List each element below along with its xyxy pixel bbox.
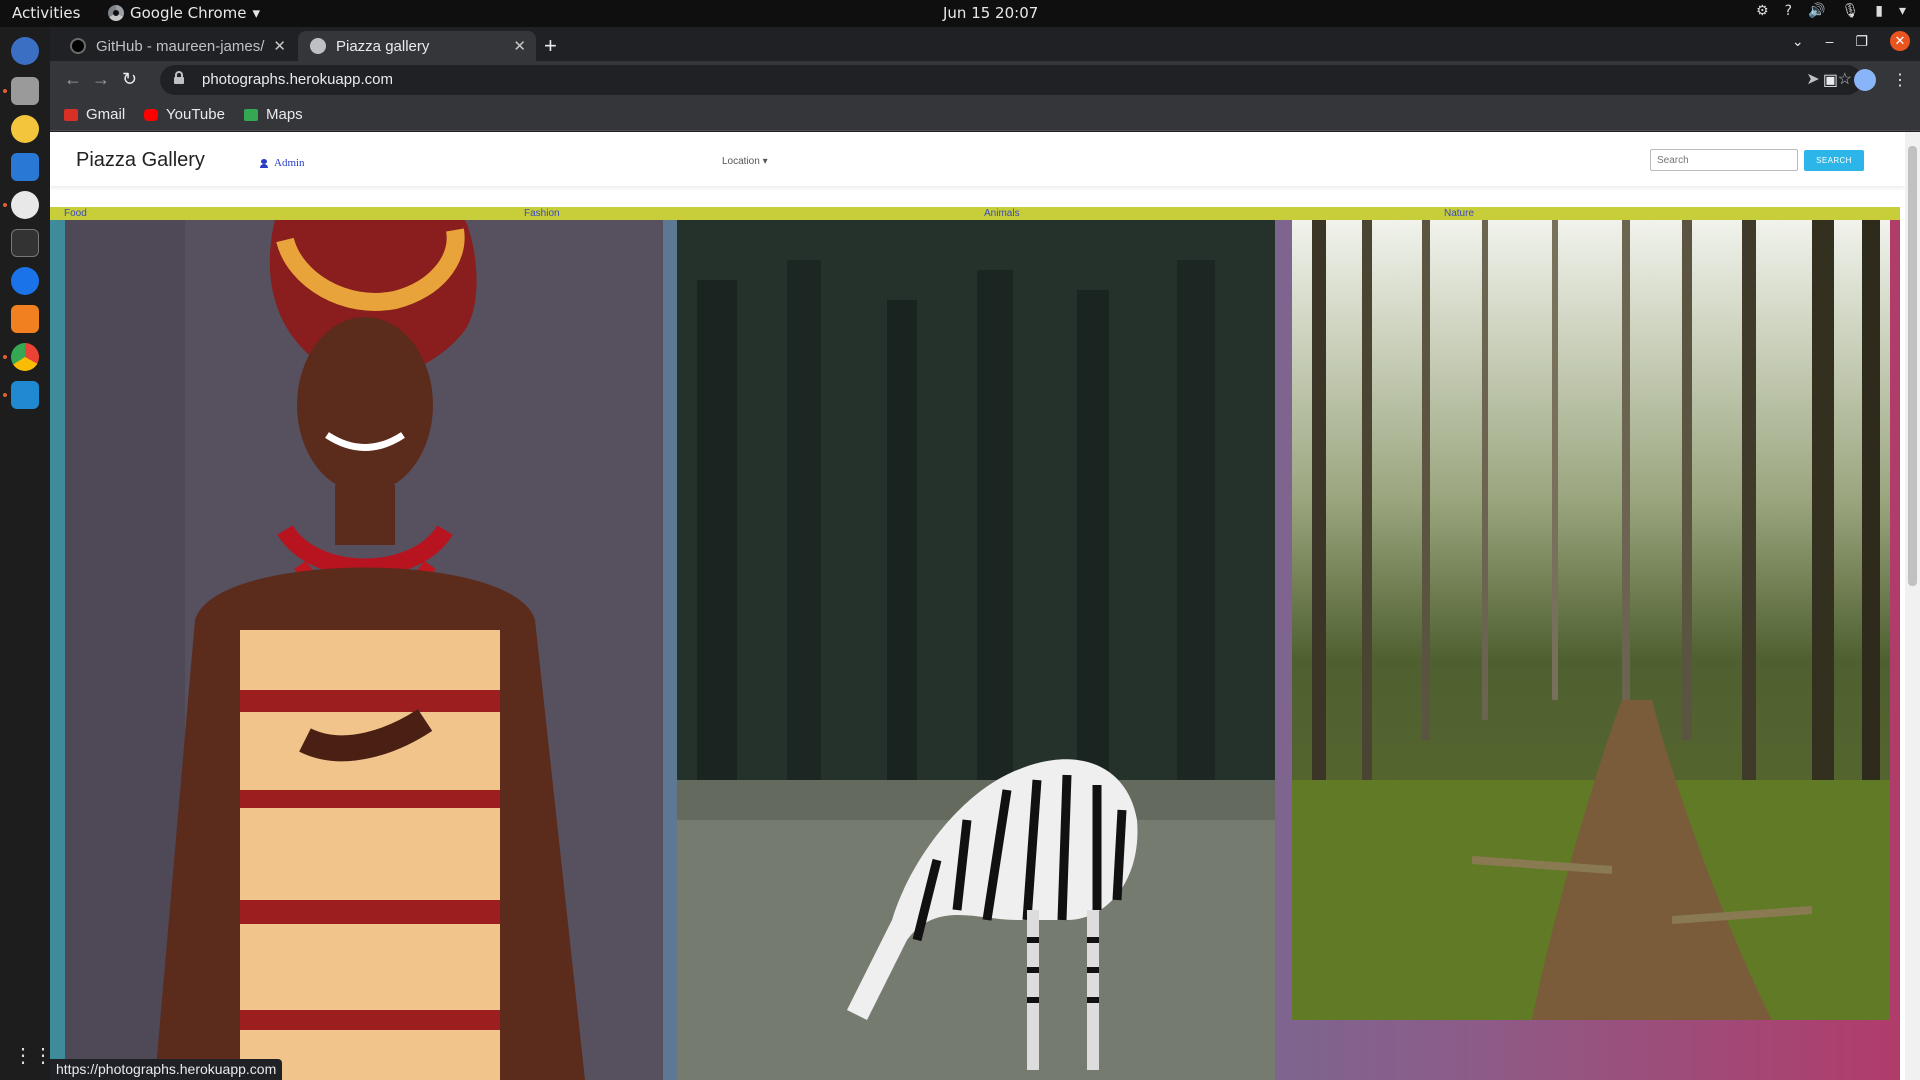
close-icon[interactable]: ✕ [513, 37, 526, 55]
bookmark-youtube[interactable]: YouTube [144, 106, 225, 123]
profile-avatar[interactable] [1854, 69, 1876, 91]
running-indicator-icon [3, 89, 7, 93]
system-tray[interactable]: ⚙ ? 🔊 🎙 ▮ ▾ [1756, 3, 1906, 19]
forward-icon[interactable]: → [92, 69, 110, 90]
caret-down-icon: ▾ [762, 156, 768, 167]
category-nature[interactable]: Nature [1444, 207, 1474, 220]
browser-window: GitHub - maureen-james/ ✕ Piazza gallery… [50, 27, 1920, 1080]
teamviewer-icon[interactable] [11, 267, 39, 295]
photo-zebra[interactable] [677, 220, 1275, 1080]
address-bar[interactable]: photographs.herokuapp.com ➤ ☆ [160, 65, 1862, 95]
url-text: photographs.herokuapp.com [202, 71, 393, 88]
reload-icon[interactable]: ↻ [122, 69, 137, 90]
github-icon [70, 38, 86, 54]
slack-icon[interactable] [11, 191, 39, 219]
bookmark-label: YouTube [166, 106, 225, 123]
files-icon[interactable] [11, 77, 39, 105]
location-dropdown[interactable]: Location ▾ [722, 156, 768, 167]
rhythmbox-icon[interactable] [11, 115, 39, 143]
tab-github[interactable]: GitHub - maureen-james/ ✕ [58, 31, 296, 61]
show-apps-icon[interactable]: ⋮⋮ [13, 1045, 53, 1067]
activities-button[interactable]: Activities [12, 4, 80, 22]
site-navbar: Piazza Gallery Admin Location ▾ SEARCH [50, 132, 1905, 186]
terminal-icon[interactable] [11, 229, 39, 257]
volume-icon: 🔊 [1808, 3, 1826, 19]
admin-link[interactable]: Admin [260, 157, 305, 169]
help-icon: ? [1784, 3, 1793, 19]
writer-icon[interactable] [11, 153, 39, 181]
photo-fashion-portrait[interactable] [65, 220, 663, 1080]
tab-label: GitHub - maureen-james/ [96, 37, 265, 55]
youtube-icon [144, 108, 158, 121]
microphone-icon: 🎙 [1841, 3, 1860, 19]
location-label: Location [722, 156, 760, 167]
new-tab-button[interactable]: + [544, 33, 557, 59]
tab-label: Piazza gallery [336, 37, 430, 55]
bookmark-gmail[interactable]: Gmail [64, 106, 125, 123]
photo-forest[interactable] [1292, 220, 1890, 1020]
bookmark-label: Maps [266, 106, 303, 123]
gmail-icon [64, 108, 78, 121]
category-food[interactable]: Food [64, 207, 87, 220]
side-panel-icon[interactable]: ▣ [1823, 70, 1838, 90]
chevron-down-icon: ▾ [252, 4, 261, 22]
zebra-photo [677, 220, 1275, 1080]
running-indicator-icon [3, 393, 7, 397]
running-indicator-icon [3, 355, 7, 359]
category-fashion[interactable]: Fashion [524, 207, 560, 220]
globe-icon [310, 38, 326, 54]
site-brand[interactable]: Piazza Gallery [76, 149, 205, 172]
maps-icon [244, 108, 258, 121]
send-icon[interactable]: ➤ [1806, 69, 1819, 89]
running-indicator-icon [3, 203, 7, 207]
user-icon [260, 158, 268, 168]
lock-icon[interactable] [174, 71, 184, 84]
browser-toolbar: ← → ↻ photographs.herokuapp.com ➤ ☆ ▣ ⋮ [50, 61, 1920, 99]
menu-kebab-icon[interactable]: ⋮ [1892, 70, 1908, 90]
vscode-icon[interactable] [11, 381, 39, 409]
app-menu-label: Google Chrome [130, 4, 247, 22]
minimize-icon[interactable]: – [1826, 33, 1834, 49]
clock[interactable]: Jun 15 20:07 [943, 4, 1038, 22]
system-top-bar: Activities Google Chrome ▾ Jun 15 20:07 … [0, 0, 1920, 27]
category-bar: Food Fashion Animals Nature [50, 207, 1900, 220]
vlc-icon[interactable] [11, 305, 39, 333]
network-icon: ⚙ [1756, 3, 1769, 19]
chrome-icon[interactable] [11, 343, 39, 371]
thunderbird-icon[interactable] [11, 37, 39, 65]
close-icon[interactable]: ✕ [273, 37, 286, 55]
tab-piazza-gallery[interactable]: Piazza gallery ✕ [298, 31, 536, 61]
photo-gallery [50, 220, 1900, 1080]
bookmark-maps[interactable]: Maps [244, 106, 303, 123]
search-button[interactable]: SEARCH [1804, 150, 1864, 171]
portrait-photo [65, 220, 663, 1080]
restore-icon[interactable]: ❐ [1855, 33, 1868, 50]
admin-label: Admin [274, 157, 305, 169]
forest-photo [1292, 220, 1890, 1020]
battery-icon: ▮ [1875, 3, 1883, 19]
category-animals[interactable]: Animals [984, 207, 1020, 220]
back-icon[interactable]: ← [64, 69, 82, 90]
toolbar-actions: ▣ ⋮ [1823, 69, 1908, 91]
page-scrollbar[interactable] [1905, 132, 1920, 1080]
chevron-down-icon: ▾ [1898, 3, 1906, 19]
tab-strip: GitHub - maureen-james/ ✕ Piazza gallery… [50, 27, 1920, 61]
bookmark-label: Gmail [86, 106, 126, 123]
dock: ⋮⋮ [0, 27, 53, 1080]
app-menu[interactable]: Google Chrome ▾ [108, 4, 260, 22]
page-viewport: Piazza Gallery Admin Location ▾ SEARCH F… [50, 132, 1920, 1080]
window-controls: ⌄ – ❐ ✕ [1792, 31, 1910, 51]
bookmarks-bar: Gmail YouTube Maps [50, 99, 1920, 131]
chrome-icon [108, 5, 124, 21]
close-window-icon[interactable]: ✕ [1890, 31, 1910, 51]
scrollbar-thumb[interactable] [1908, 146, 1917, 586]
tab-search-icon[interactable]: ⌄ [1792, 33, 1804, 50]
link-status-bubble: https://photographs.herokuapp.com [50, 1059, 283, 1080]
search-input[interactable] [1650, 149, 1798, 171]
